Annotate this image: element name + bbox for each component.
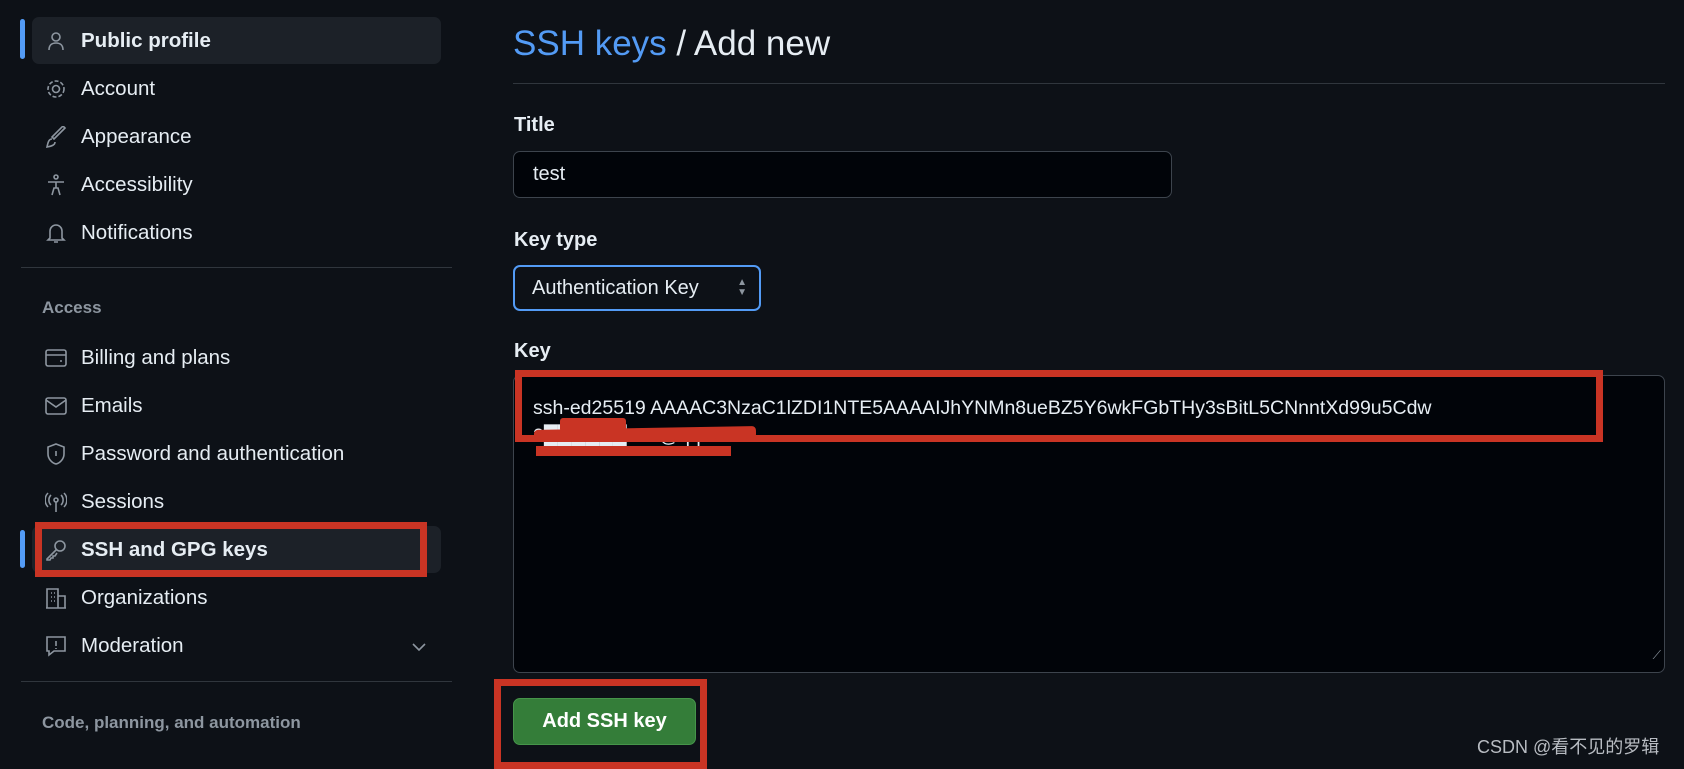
sidebar-item-appearance[interactable]: Appearance: [32, 113, 441, 160]
sidebar-item-label: Billing and plans: [81, 345, 231, 369]
key-type-label: Key type: [514, 229, 598, 251]
key-type-value: Authentication Key: [532, 276, 699, 299]
annotation-box: [35, 522, 427, 577]
header-divider: [513, 83, 1665, 84]
sidebar-item-label: Emails: [81, 393, 143, 417]
resize-handle-icon[interactable]: ⟋: [1653, 641, 1661, 669]
page-title: SSH keys / Add new: [513, 24, 830, 64]
sidebar-item-label: Organizations: [81, 585, 208, 609]
organization-icon: [44, 586, 68, 610]
broadcast-icon: [44, 490, 68, 514]
sidebar-item-label: Account: [81, 76, 156, 100]
sidebar-item-emails[interactable]: Emails: [32, 382, 441, 429]
title-input-value: test: [533, 163, 566, 185]
shield-icon: [44, 442, 68, 466]
credit-card-icon: [44, 346, 68, 370]
sidebar-item-sessions[interactable]: Sessions: [32, 478, 441, 525]
redaction-scribble: [536, 446, 731, 456]
gear-icon: [44, 77, 68, 101]
active-indicator: [20, 19, 25, 59]
section-heading-access: Access: [42, 298, 102, 317]
paintbrush-icon: [44, 125, 68, 149]
sidebar-item-account[interactable]: Account: [32, 65, 441, 112]
chevron-down-icon[interactable]: [411, 634, 427, 658]
sidebar-divider: [21, 267, 452, 268]
sidebar-item-billing[interactable]: Billing and plans: [32, 334, 441, 381]
active-indicator: [20, 530, 25, 568]
mail-icon: [44, 394, 68, 418]
sidebar-item-password[interactable]: Password and authentication: [32, 430, 441, 477]
key-type-select[interactable]: Authentication Key ▲ ▼: [513, 265, 761, 311]
breadcrumb-current: Add new: [693, 24, 831, 63]
section-heading-code: Code, planning, and automation: [42, 713, 301, 732]
title-input[interactable]: test: [513, 151, 1172, 198]
accessibility-icon: [44, 173, 68, 197]
breadcrumb-separator: /: [676, 24, 687, 63]
breadcrumb-ssh-keys-link[interactable]: SSH keys: [513, 24, 667, 63]
sidebar-item-public-profile[interactable]: Public profile: [32, 17, 441, 64]
bell-icon: [44, 221, 68, 245]
redaction-scribble: [560, 418, 626, 432]
key-label: Key: [514, 340, 551, 362]
sidebar-item-accessibility[interactable]: Accessibility: [32, 161, 441, 208]
watermark: CSDN @看不见的罗辑: [1477, 737, 1660, 757]
select-arrows-icon: ▲ ▼: [737, 277, 747, 298]
sidebar-item-label: Sessions: [81, 489, 165, 513]
sidebar-item-label: Notifications: [81, 220, 193, 244]
title-label: Title: [514, 114, 555, 136]
sidebar-item-organizations[interactable]: Organizations: [32, 574, 441, 621]
annotation-box: [494, 679, 707, 769]
sidebar-item-label: Password and authentication: [81, 441, 345, 465]
report-icon: [44, 634, 68, 658]
sidebar-item-moderation[interactable]: Moderation: [32, 622, 441, 669]
sidebar-item-notifications[interactable]: Notifications: [32, 209, 441, 256]
sidebar-item-label: Accessibility: [81, 172, 193, 196]
person-icon: [44, 29, 68, 53]
sidebar-divider: [21, 681, 452, 682]
sidebar-item-label: Public profile: [81, 28, 211, 52]
sidebar-item-label: Moderation: [81, 633, 184, 657]
sidebar-item-label: Appearance: [81, 124, 192, 148]
